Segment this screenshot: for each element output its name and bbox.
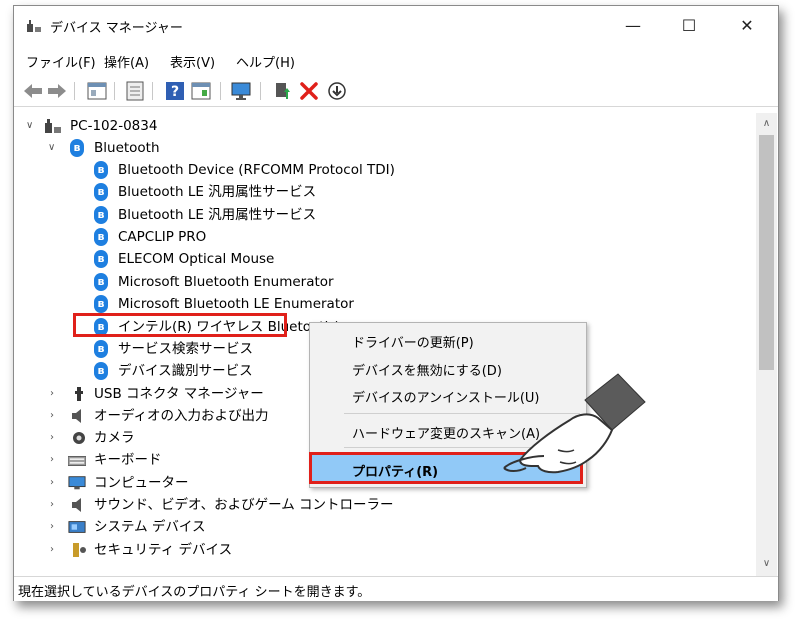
download-icon[interactable]	[326, 80, 348, 102]
chevron-down-icon[interactable]: ∨	[26, 115, 33, 137]
chevron-down-icon[interactable]: ∨	[48, 137, 55, 159]
forward-arrow-icon[interactable]	[46, 80, 68, 102]
device-manager-icon	[27, 20, 41, 32]
chevron-right-icon[interactable]: ›	[50, 516, 54, 538]
tree-category-keyboard[interactable]: キーボード	[94, 449, 162, 471]
minimize-button[interactable]: —	[610, 6, 656, 46]
bluetooth-icon: ʙ	[70, 139, 84, 157]
speaker-icon	[72, 409, 81, 423]
context-menu-disable-device[interactable]: デバイスを無効にする(D)	[352, 360, 502, 379]
bluetooth-icon: ʙ	[94, 340, 108, 358]
context-menu-update-driver[interactable]: ドライバーの更新(P)	[352, 332, 474, 351]
bluetooth-icon: ʙ	[94, 250, 108, 268]
tree-item[interactable]: CAPCLIP PRO	[118, 226, 206, 248]
properties-icon[interactable]	[86, 80, 108, 102]
tree-item[interactable]: ELECOM Optical Mouse	[118, 248, 274, 270]
scroll-up-icon[interactable]: ∧	[756, 115, 777, 133]
tree-category-computer[interactable]: コンピューター	[94, 472, 189, 494]
tree-item[interactable]: デバイス識別サービス	[118, 360, 253, 382]
tree-category-audio[interactable]: オーディオの入力および出力	[94, 405, 269, 427]
menu-help[interactable]: ヘルプ(H)	[236, 52, 295, 71]
selected-item-highlight-frame	[73, 313, 287, 337]
svg-text:?: ?	[171, 84, 179, 100]
system-device-icon	[68, 521, 86, 533]
computer-icon	[45, 119, 61, 133]
toolbar-separator	[260, 82, 261, 100]
tree-root-pc[interactable]: PC-102-0834	[70, 115, 157, 137]
tree-category-system[interactable]: システム デバイス	[94, 516, 205, 538]
context-menu-properties-label: プロパティ(R)	[352, 465, 439, 480]
tree-category-camera[interactable]: カメラ	[94, 427, 135, 449]
tree-item[interactable]: Microsoft Bluetooth Enumerator	[118, 271, 334, 293]
tree-category-security[interactable]: セキュリティ デバイス	[94, 539, 232, 561]
chevron-right-icon[interactable]: ›	[50, 539, 54, 561]
scroll-thumb[interactable]	[759, 135, 774, 370]
toolbar-separator	[114, 82, 115, 100]
help-icon[interactable]: ?	[164, 80, 186, 102]
status-text: 現在選択しているデバイスのプロパティ シートを開きます。	[18, 585, 371, 600]
tree-item[interactable]: サービス検索サービス	[118, 338, 253, 360]
menu-action[interactable]: 操作(A)	[104, 52, 149, 71]
close-button[interactable]: ✕	[724, 6, 770, 46]
bluetooth-icon: ʙ	[94, 228, 108, 246]
pointing-hand-icon	[503, 373, 646, 474]
uninstall-icon[interactable]	[298, 80, 320, 102]
update-driver-icon[interactable]	[272, 80, 294, 102]
tree-item[interactable]: Bluetooth Device (RFCOMM Protocol TDI)	[118, 159, 395, 181]
tree-item[interactable]: Microsoft Bluetooth LE Enumerator	[118, 293, 354, 315]
chevron-right-icon[interactable]: ›	[50, 494, 54, 516]
tree-item[interactable]: Bluetooth LE 汎用属性サービス	[118, 181, 316, 203]
window-title: デバイス マネージャー	[50, 21, 183, 36]
tree-category-usb[interactable]: USB コネクタ マネージャー	[94, 383, 264, 405]
bluetooth-icon: ʙ	[94, 161, 108, 179]
chevron-right-icon[interactable]: ›	[50, 472, 54, 494]
sound-video-icon	[72, 498, 81, 512]
menu-view[interactable]: 表示(V)	[170, 52, 215, 71]
maximize-button[interactable]: ☐	[666, 6, 712, 46]
bluetooth-icon: ʙ	[94, 183, 108, 201]
computer-monitor-icon	[68, 476, 86, 490]
status-bar: 現在選択しているデバイスのプロパティ シートを開きます。	[14, 576, 778, 601]
toolbar-separator	[152, 82, 153, 100]
toolbar-separator	[220, 82, 221, 100]
tree-item[interactable]: Bluetooth LE 汎用属性サービス	[118, 204, 316, 226]
toolbar-separator	[74, 82, 75, 100]
menu-bar: ファイル(F) 操作(A) 表示(V) ヘルプ(H)	[14, 50, 778, 72]
vertical-scrollbar[interactable]: ∧ ∨	[756, 113, 777, 576]
back-arrow-icon[interactable]	[22, 80, 44, 102]
monitor-icon[interactable]	[230, 80, 252, 102]
keyboard-icon	[68, 456, 86, 466]
title-bar: デバイス マネージャー — ☐ ✕	[14, 6, 778, 46]
camera-icon	[73, 432, 85, 444]
scroll-down-icon[interactable]: ∨	[756, 555, 777, 573]
chevron-right-icon[interactable]: ›	[50, 383, 54, 405]
view-icon[interactable]	[190, 80, 212, 102]
tree-category-bluetooth[interactable]: Bluetooth	[94, 137, 160, 159]
security-key-icon	[73, 543, 86, 557]
chevron-right-icon[interactable]: ›	[50, 405, 54, 427]
chevron-right-icon[interactable]: ›	[50, 449, 54, 471]
device-manager-window: デバイス マネージャー — ☐ ✕ ファイル(F) 操作(A) 表示(V) ヘル…	[13, 5, 779, 601]
bluetooth-icon: ʙ	[94, 362, 108, 380]
chevron-right-icon[interactable]: ›	[50, 427, 54, 449]
menu-file[interactable]: ファイル(F)	[26, 52, 96, 71]
bluetooth-icon: ʙ	[94, 295, 108, 313]
tree-category-sound-video[interactable]: サウンド、ビデオ、およびゲーム コントローラー	[94, 494, 394, 516]
bluetooth-icon: ʙ	[94, 206, 108, 224]
document-icon[interactable]	[124, 80, 146, 102]
toolbar: ?	[14, 76, 778, 107]
usb-icon	[75, 387, 83, 401]
bluetooth-icon: ʙ	[94, 273, 108, 291]
